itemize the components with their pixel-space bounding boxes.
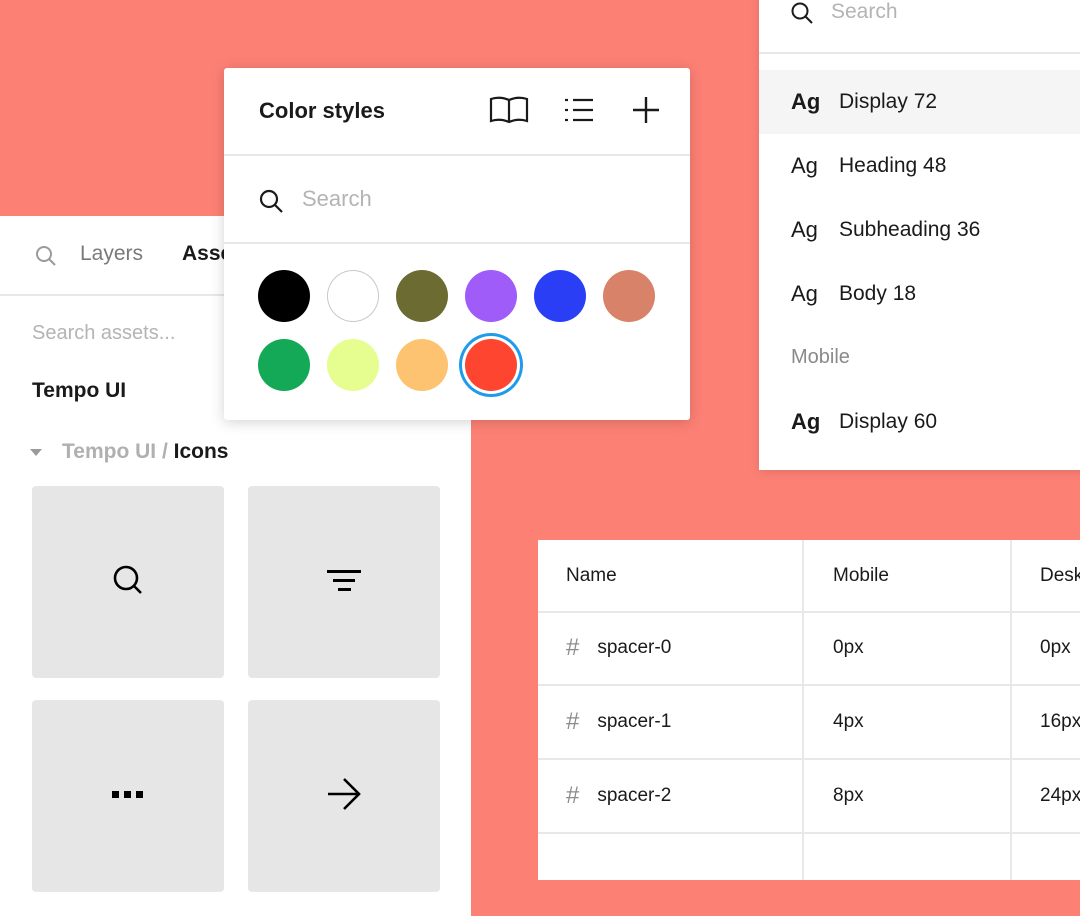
text-style-item[interactable]: Ag Display 72 [759,70,1080,134]
asset-tile-arrow[interactable] [248,700,440,892]
color-swatch-red[interactable] [465,339,517,391]
group-path: Tempo UI / [62,440,168,463]
search-icon [790,1,814,30]
color-search-row[interactable]: Search [224,156,690,244]
color-swatch-green[interactable] [258,339,310,391]
search-assets-input[interactable]: Search assets... [32,322,175,345]
color-swatch-terracotta[interactable] [603,270,655,322]
color-swatch-olive[interactable] [396,270,448,322]
filter-icon [326,562,362,603]
color-swatch-lime[interactable] [327,339,379,391]
color-search-input[interactable]: Search [302,186,372,212]
table-row-name[interactable]: # spacer-2 [566,760,671,832]
text-search-row[interactable]: Search [759,0,1080,54]
column-divider [1010,540,1012,880]
search-icon [110,562,146,603]
cell-mobile[interactable]: 0px [833,612,864,684]
text-style-item[interactable]: Ag Heading 48 [759,134,1080,198]
group-leaf: Icons [173,440,229,463]
table-row-name[interactable]: # spacer-0 [566,612,671,684]
asset-tile-more[interactable] [32,700,224,892]
text-style-name: Heading 48 [839,154,947,177]
column-divider [802,540,804,880]
text-style-name: Display 72 [839,90,938,113]
type-sample: Ag [791,409,821,434]
library-book-icon[interactable] [489,94,529,131]
color-swatch-blue[interactable] [534,270,586,322]
search-icon[interactable] [34,244,58,273]
type-sample: Ag [791,89,821,114]
text-styles-panel: Search Ag Display 72 Ag Heading 48 Ag Su… [759,0,1080,470]
asset-tile-filter[interactable] [248,486,440,678]
color-styles-popup: Color styles Search [224,68,690,420]
plus-icon[interactable] [632,94,660,131]
cell-mobile[interactable]: 8px [833,760,864,832]
section-label-mobile: Mobile [791,346,850,368]
column-header-name[interactable]: Name [566,540,617,612]
token-name: spacer-0 [597,637,672,658]
type-sample: Ag [791,281,818,306]
list-view-icon[interactable] [564,94,594,131]
asset-group-icons[interactable]: Tempo UI / Icons [30,440,228,464]
cell-desktop[interactable]: 16px [1040,686,1080,758]
caret-down-icon[interactable] [30,448,42,456]
more-horizontal-icon [110,787,146,805]
column-header-mobile[interactable]: Mobile [833,540,889,612]
color-styles-header: Color styles [224,68,690,156]
text-style-item[interactable]: Ag Display 60 [759,390,1080,454]
text-style-name: Display 60 [839,410,938,433]
color-swatch-white[interactable] [327,270,379,322]
cell-desktop[interactable]: 24px [1040,760,1080,832]
search-icon [258,188,284,219]
arrow-right-icon [326,776,362,817]
text-style-item[interactable]: Ag Body 18 [759,262,1080,326]
color-swatch-purple[interactable] [465,270,517,322]
row-divider [538,832,1080,834]
hash-icon: # [566,634,580,661]
text-search-input[interactable]: Search [831,0,898,24]
token-name: spacer-1 [597,711,672,732]
spacing-table: Name Mobile Desktop # spacer-0 0px 0px # s… [538,540,1080,880]
type-sample: Ag [791,153,818,178]
hash-icon: # [566,782,580,809]
popup-title: Color styles [259,98,385,123]
color-swatch-peach[interactable] [396,339,448,391]
hash-icon: # [566,708,580,735]
text-style-name: Body 18 [839,282,917,305]
cell-mobile[interactable]: 4px [833,686,864,758]
cell-desktop[interactable]: 0px [1040,612,1071,684]
table-row-name[interactable]: # spacer-1 [566,686,671,758]
text-style-name: Subheading 36 [839,218,981,241]
library-title: Tempo UI [32,379,127,402]
text-style-item[interactable]: Ag Subheading 36 [759,198,1080,262]
type-sample: Ag [791,217,818,242]
color-swatch-black[interactable] [258,270,310,322]
asset-tile-search[interactable] [32,486,224,678]
tab-layers[interactable]: Layers [80,242,143,266]
column-header-desktop[interactable]: Desktop [1040,540,1080,612]
token-name: spacer-2 [597,785,672,806]
